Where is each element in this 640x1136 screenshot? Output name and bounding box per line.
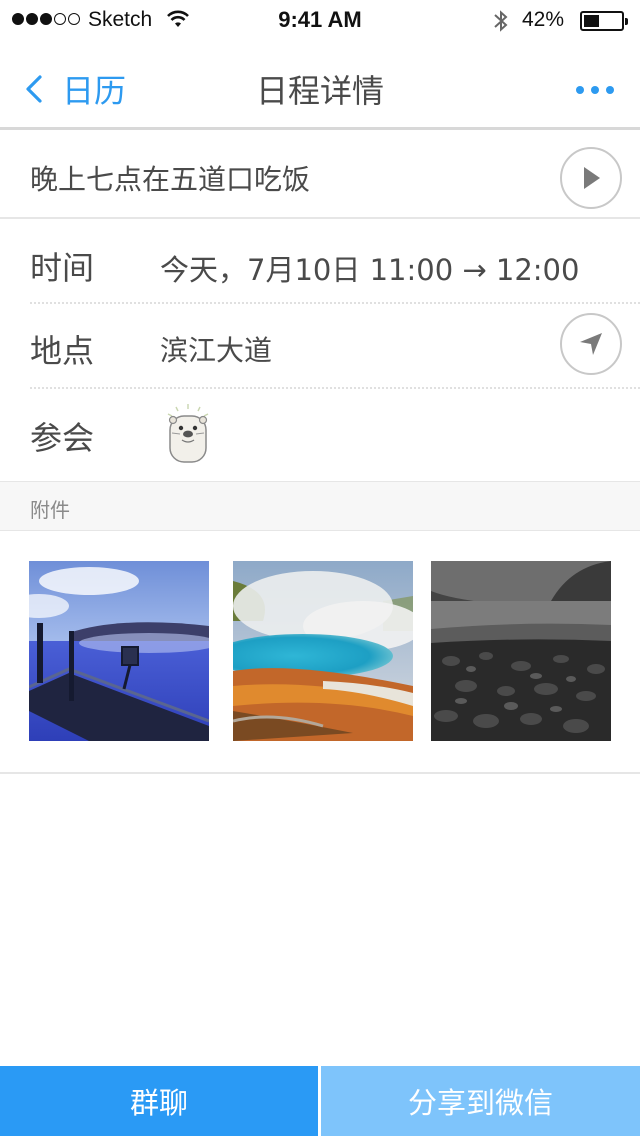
location-value[interactable]: 滨江大道 xyxy=(160,329,272,369)
battery-level xyxy=(584,15,599,27)
play-icon xyxy=(584,167,600,189)
time-label: 时间 xyxy=(30,249,95,287)
navigation-bar: 日历 日程详情 xyxy=(0,40,640,130)
attachments-header: 附件 xyxy=(0,481,640,531)
group-chat-button[interactable]: 群聊 xyxy=(0,1066,318,1136)
page-title: 日程详情 xyxy=(255,72,384,110)
more-dots-icon[interactable] xyxy=(576,86,614,94)
location-label: 地点 xyxy=(30,332,95,370)
event-title: 晚上七点在五道口吃饭 xyxy=(30,163,311,196)
hot-spring-photo[interactable] xyxy=(233,561,413,741)
share-wechat-button[interactable]: 分享到微信 xyxy=(321,1066,640,1136)
attendees-label: 参会 xyxy=(30,419,95,457)
location-row: 地点 滨江大道 xyxy=(30,304,640,388)
attachments-label: 附件 xyxy=(30,498,70,522)
attachments-strip xyxy=(0,531,640,774)
time-row: 时间 今天，7月10日 11:00 → 12:00 xyxy=(30,219,640,303)
battery-icon xyxy=(580,11,628,31)
blue-lagoon-photo[interactable] xyxy=(29,561,209,741)
status-bar: Sketch 9:41 AM 42% xyxy=(0,0,640,40)
attendees-row: 参会 xyxy=(30,389,640,481)
otter-avatar-icon[interactable] xyxy=(160,402,216,464)
battery-percent: 42% xyxy=(522,8,565,31)
bluetooth-icon xyxy=(494,10,508,32)
time-value[interactable]: 今天，7月10日 11:00 → 12:00 xyxy=(160,247,579,289)
event-title-row: 晚上七点在五道口吃饭 xyxy=(0,133,640,219)
pebble-beach-photo[interactable] xyxy=(431,561,611,741)
navigation-arrow-icon xyxy=(580,333,602,355)
play-button[interactable] xyxy=(560,147,622,209)
navigate-button[interactable] xyxy=(560,313,622,375)
